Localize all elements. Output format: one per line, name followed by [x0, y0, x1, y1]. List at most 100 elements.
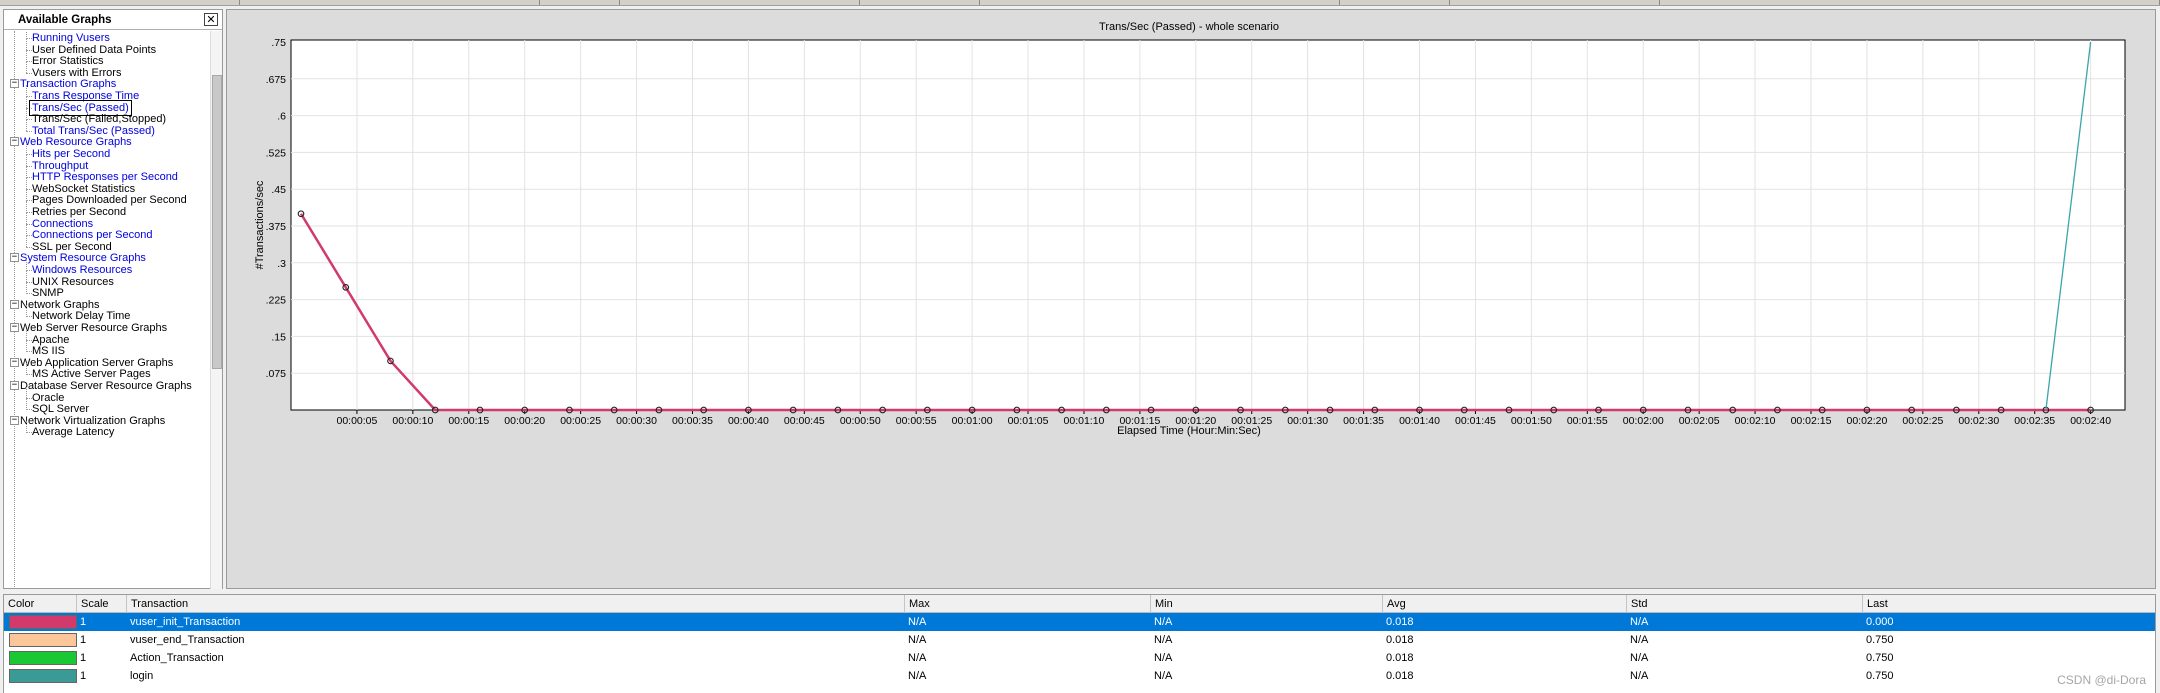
- y-tick-label: .525: [266, 147, 287, 159]
- cell-last: 0.750: [1866, 670, 1894, 682]
- x-tick-label: 00:01:55: [1567, 415, 1608, 427]
- tab-segment[interactable]: [860, 0, 980, 5]
- panel-title: Available Graphs: [18, 14, 112, 26]
- y-tick-label: .375: [266, 221, 287, 233]
- graph-tree: Running Vusers User Defined Data Points Er…: [4, 31, 208, 589]
- cell-max: N/A: [908, 670, 927, 682]
- collapse-icon[interactable]: −: [10, 357, 19, 367]
- cell-scale: 1: [80, 652, 87, 664]
- trans-per-sec-chart: Trans/Sec (Passed) - whole scenario .075…: [254, 21, 2126, 437]
- panel-header: Available Graphs ✕: [4, 10, 222, 30]
- cell-last: 0.000: [1866, 616, 1894, 628]
- column-header-last[interactable]: Last: [1862, 595, 2157, 613]
- x-tick-label: 00:01:40: [1399, 415, 1440, 427]
- cell-avg: 0.018: [1386, 652, 1414, 664]
- tab-segment[interactable]: [0, 0, 240, 5]
- y-tick-label: .675: [266, 74, 287, 86]
- cell-min: N/A: [1154, 652, 1173, 664]
- cell-min: N/A: [1154, 634, 1173, 646]
- legend-row[interactable]: 1 Action_Transaction N/A N/A 0.018 N/A 0.750: [4, 649, 2155, 667]
- collapse-icon[interactable]: −: [10, 79, 19, 89]
- column-header-transaction[interactable]: Transaction: [126, 595, 904, 613]
- column-header-min[interactable]: Min: [1150, 595, 1382, 613]
- cell-std: N/A: [1630, 634, 1649, 646]
- cell-scale: 1: [80, 634, 87, 646]
- cell-transaction: login: [130, 670, 154, 682]
- collapse-icon[interactable]: −: [10, 299, 19, 309]
- x-tick-label: 00:01:05: [1008, 415, 1049, 427]
- x-tick-label: 00:00:10: [392, 415, 433, 427]
- cell-max: N/A: [908, 652, 927, 664]
- tree-connector: [26, 143, 27, 155]
- tree-connector: [26, 108, 27, 120]
- x-tick-label: 00:01:00: [952, 415, 993, 427]
- cell-avg: 0.018: [1386, 670, 1414, 682]
- legend-row[interactable]: 1 vuser_init_Transaction N/A N/A 0.018 N/A 0.0…: [4, 613, 2155, 631]
- column-header-max[interactable]: Max: [904, 595, 1150, 613]
- x-axis-label: Elapsed Time (Hour:Min:Sec): [1117, 425, 1261, 437]
- color-swatch[interactable]: [9, 615, 77, 629]
- color-swatch[interactable]: [9, 651, 77, 665]
- tree-item-average-latency[interactable]: Average Latency: [32, 424, 114, 440]
- cell-scale: 1: [80, 616, 87, 628]
- column-header-scale[interactable]: Scale: [76, 595, 126, 613]
- tree-connector: [26, 421, 27, 433]
- tab-segment[interactable]: [980, 0, 1340, 5]
- tree-connector: [26, 259, 27, 271]
- cell-last: 0.750: [1866, 634, 1894, 646]
- tab-segment[interactable]: [1340, 0, 1450, 5]
- column-header-color[interactable]: Color: [4, 595, 76, 613]
- tree-connector: [26, 328, 27, 341]
- legend-row[interactable]: 1 login N/A N/A 0.018 N/A 0.750: [4, 667, 2155, 685]
- collapse-icon[interactable]: −: [10, 381, 19, 390]
- cell-min: N/A: [1154, 670, 1173, 682]
- tree-scrollbar[interactable]: [210, 31, 222, 589]
- collapse-icon[interactable]: −: [10, 415, 19, 425]
- tree-connector: [26, 189, 27, 201]
- tree-connector: [26, 282, 27, 294]
- x-tick-label: 00:00:35: [672, 415, 713, 427]
- collapse-icon[interactable]: −: [10, 323, 19, 332]
- tree-connector: [26, 96, 27, 109]
- cell-transaction: Action_Transaction: [130, 652, 224, 664]
- tree-connector: [26, 201, 27, 213]
- top-tab-strip: [0, 0, 2160, 6]
- tree-connector: [26, 363, 27, 375]
- tab-segment[interactable]: [540, 0, 620, 5]
- x-tick-label: 00:00:25: [560, 415, 601, 427]
- tab-segment[interactable]: [240, 0, 540, 5]
- tree-connector: [26, 386, 27, 399]
- x-tick-label: 00:01:45: [1455, 415, 1496, 427]
- legend-row[interactable]: 1 vuser_end_Transaction N/A N/A 0.018 N/A 0.75…: [4, 631, 2155, 649]
- x-tick-label: 00:00:45: [784, 415, 825, 427]
- y-tick-label: .75: [271, 37, 286, 49]
- tree-connector: [26, 398, 27, 410]
- column-header-std[interactable]: Std: [1626, 595, 1862, 613]
- tree-connector: [26, 212, 27, 225]
- cell-min: N/A: [1154, 616, 1173, 628]
- color-swatch[interactable]: [9, 633, 77, 647]
- y-tick-label: .075: [266, 368, 287, 380]
- tab-segment[interactable]: [1660, 0, 2160, 5]
- close-icon[interactable]: ✕: [204, 13, 218, 26]
- cell-scale: 1: [80, 670, 87, 682]
- watermark: CSDN @di-Dora: [2057, 673, 2146, 687]
- x-tick-label: 00:02:00: [1623, 415, 1664, 427]
- x-tick-label: 00:01:10: [1064, 415, 1105, 427]
- tree-connector: [26, 177, 27, 190]
- column-header-avg[interactable]: Avg: [1382, 595, 1626, 613]
- tree-connector: [26, 154, 27, 167]
- tab-segment[interactable]: [620, 0, 860, 5]
- collapse-icon[interactable]: −: [10, 253, 19, 263]
- scrollbar-thumb[interactable]: [212, 75, 222, 369]
- y-tick-label: .15: [271, 331, 286, 343]
- y-axis: .075 .15 .225 .3 .375 .45 .525 .6 .675 .75: [266, 37, 287, 380]
- tab-segment[interactable]: [1450, 0, 1660, 5]
- cell-avg: 0.018: [1386, 616, 1414, 628]
- legend-table: Color Scale Transaction Max Min Avg Std Last 1 v…: [3, 594, 2156, 693]
- tree-connector: [26, 31, 27, 39]
- collapse-icon[interactable]: −: [10, 137, 19, 147]
- color-swatch[interactable]: [9, 669, 77, 683]
- x-tick-label: 00:00:40: [728, 415, 769, 427]
- x-tick-label: 00:01:50: [1511, 415, 1552, 427]
